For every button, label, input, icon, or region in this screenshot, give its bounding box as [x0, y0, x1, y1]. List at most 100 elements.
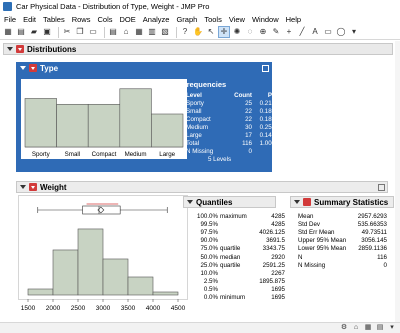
disclosure-icon[interactable]: [294, 200, 300, 204]
table-row: Std Dev 535.66353: [298, 220, 387, 228]
rectangle-tool-icon[interactable]: ▭: [323, 27, 333, 37]
distributions-title: Distributions: [27, 44, 77, 54]
percent-cell: 50.0%: [200, 253, 218, 261]
value-cell: 2267: [271, 269, 285, 277]
x-tick-label: 3500: [121, 305, 136, 312]
count-cell: 22: [245, 116, 252, 124]
distributions-outline-header[interactable]: Distributions: [3, 43, 393, 55]
copy-icon[interactable]: ❐: [75, 27, 85, 37]
disclosure-icon[interactable]: [187, 200, 193, 204]
cut-icon[interactable]: ✂: [62, 27, 72, 37]
maximize-icon[interactable]: [262, 65, 269, 72]
text-tool-icon[interactable]: A: [310, 27, 320, 37]
menu-cols[interactable]: Cols: [97, 15, 112, 24]
home-window-icon[interactable]: ⌂: [121, 27, 131, 37]
red-triangle-menu-icon[interactable]: [29, 183, 37, 191]
vertical-scrollbar[interactable]: [395, 41, 400, 322]
title-bar: Car Physical Data - Distribution of Type…: [0, 0, 400, 13]
settings-icon[interactable]: ⚙: [340, 324, 348, 332]
help-icon[interactable]: ?: [180, 27, 190, 37]
dropdown-icon[interactable]: ▾: [388, 324, 396, 332]
table-row: 2.5% 1895.875: [196, 278, 285, 286]
paste-icon[interactable]: ▭: [88, 27, 98, 37]
menu-analyze[interactable]: Analyze: [143, 15, 170, 24]
histogram-bar: [152, 291, 179, 296]
grid-icon[interactable]: ▦: [134, 27, 144, 37]
arrow-tool-icon[interactable]: ↖: [206, 27, 216, 37]
weight-outline-header[interactable]: Weight: [16, 181, 388, 193]
menu-view[interactable]: View: [229, 15, 245, 24]
quantiles-header[interactable]: Quantiles: [183, 196, 276, 208]
table-icon[interactable]: ▤: [376, 324, 384, 332]
summary-statistics-header[interactable]: Summary Statistics: [290, 196, 394, 208]
percent-cell: 97.5%: [200, 228, 218, 236]
red-triangle-menu-icon[interactable]: [303, 198, 311, 206]
bar-sporty: [24, 98, 57, 148]
pencil-tool-icon[interactable]: ✎: [271, 27, 281, 37]
disclosure-icon[interactable]: [20, 185, 26, 189]
more-tools-icon[interactable]: ▾: [349, 27, 359, 37]
count-cell: 17: [245, 131, 252, 139]
stat-value: 0: [383, 261, 387, 269]
label-cell: median: [220, 253, 241, 261]
zoom-tool-icon[interactable]: ⊕: [258, 27, 268, 37]
percent-cell: 0.5%: [203, 286, 218, 294]
toolbar-separator: [58, 26, 59, 38]
level-cell: Total: [186, 139, 200, 147]
open-icon[interactable]: ▰: [29, 27, 39, 37]
menu-rows[interactable]: Rows: [72, 15, 91, 24]
stat-label: Mean: [298, 212, 314, 220]
table-row: 0.0% minimum 1695: [196, 294, 285, 302]
header-level: Level: [186, 92, 202, 100]
percent-cell: 2.5%: [203, 278, 218, 286]
maximize-icon[interactable]: [378, 184, 385, 191]
bar-compact: [87, 103, 121, 148]
plus-tool-icon[interactable]: +: [284, 27, 294, 37]
disclosure-icon[interactable]: [20, 66, 26, 70]
menu-doe[interactable]: DOE: [120, 15, 136, 24]
percent-cell: 99.5%: [200, 220, 218, 228]
menu-window[interactable]: Window: [252, 15, 279, 24]
window-list-icon[interactable]: ▦: [364, 324, 372, 332]
x-tick-label: 4000: [146, 305, 161, 312]
new-data-table-icon[interactable]: ▦: [3, 27, 13, 37]
x-tick-label: 2000: [46, 305, 61, 312]
prob-cell: 0.21552: [259, 100, 282, 108]
table-row: Upper 95% Mean 3056.145: [298, 237, 387, 245]
menu-edit[interactable]: Edit: [23, 15, 36, 24]
category-label: Large: [159, 151, 175, 158]
x-tick-label: 3000: [96, 305, 111, 312]
stat-label: Std Err Mean: [298, 228, 335, 236]
save-icon[interactable]: ▣: [42, 27, 52, 37]
crosshair-tool-icon[interactable]: ✛: [218, 26, 230, 38]
line-tool-icon[interactable]: ╱: [297, 27, 307, 37]
menu-bar: File Edit Tables Rows Cols DOE Analyze G…: [0, 13, 400, 25]
menu-graph[interactable]: Graph: [176, 15, 197, 24]
header-count: Count: [234, 92, 252, 100]
table-row: Large 17 0.14655: [186, 131, 282, 139]
level-cell: Medium: [186, 124, 209, 131]
menu-tools[interactable]: Tools: [204, 15, 222, 24]
menu-tables[interactable]: Tables: [43, 15, 65, 24]
menu-help[interactable]: Help: [286, 15, 301, 24]
script-icon[interactable]: ▧: [160, 27, 170, 37]
ellipse-tool-icon[interactable]: ◯: [336, 27, 346, 37]
brush-tool-icon[interactable]: ✺: [232, 27, 242, 37]
value-cell: 4285: [271, 212, 285, 220]
hand-tool-icon[interactable]: ✋: [193, 27, 203, 37]
new-script-icon[interactable]: ▤: [16, 27, 26, 37]
lasso-tool-icon[interactable]: ◌: [245, 27, 255, 37]
data-table-list-icon[interactable]: ▤: [108, 27, 118, 37]
red-triangle-menu-icon[interactable]: [29, 64, 37, 72]
level-cell: Compact: [186, 116, 211, 124]
jmp-app-icon: [3, 2, 12, 11]
x-tick-label: 4500: [171, 305, 186, 312]
menu-file[interactable]: File: [4, 15, 16, 24]
type-outline-header[interactable]: Type: [16, 62, 272, 74]
layout-icon[interactable]: ▥: [147, 27, 157, 37]
status-bar: ⚙ ⌂ ▦ ▤ ▾: [0, 322, 400, 333]
label-cell: quartile: [220, 245, 241, 253]
home-icon[interactable]: ⌂: [352, 324, 360, 332]
red-triangle-menu-icon[interactable]: [16, 45, 24, 53]
disclosure-icon[interactable]: [7, 47, 13, 51]
